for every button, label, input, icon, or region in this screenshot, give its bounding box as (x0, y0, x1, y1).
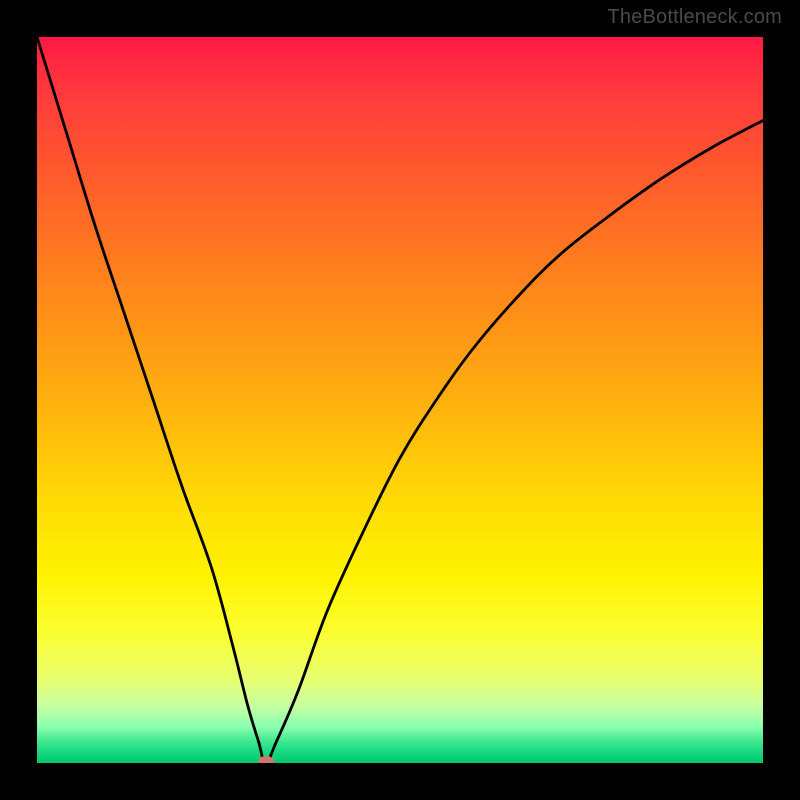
bottleneck-curve (37, 37, 763, 763)
optimal-marker (258, 756, 274, 763)
chart-frame: TheBottleneck.com (0, 0, 800, 800)
plot-area (37, 37, 763, 763)
watermark-text: TheBottleneck.com (607, 6, 782, 29)
